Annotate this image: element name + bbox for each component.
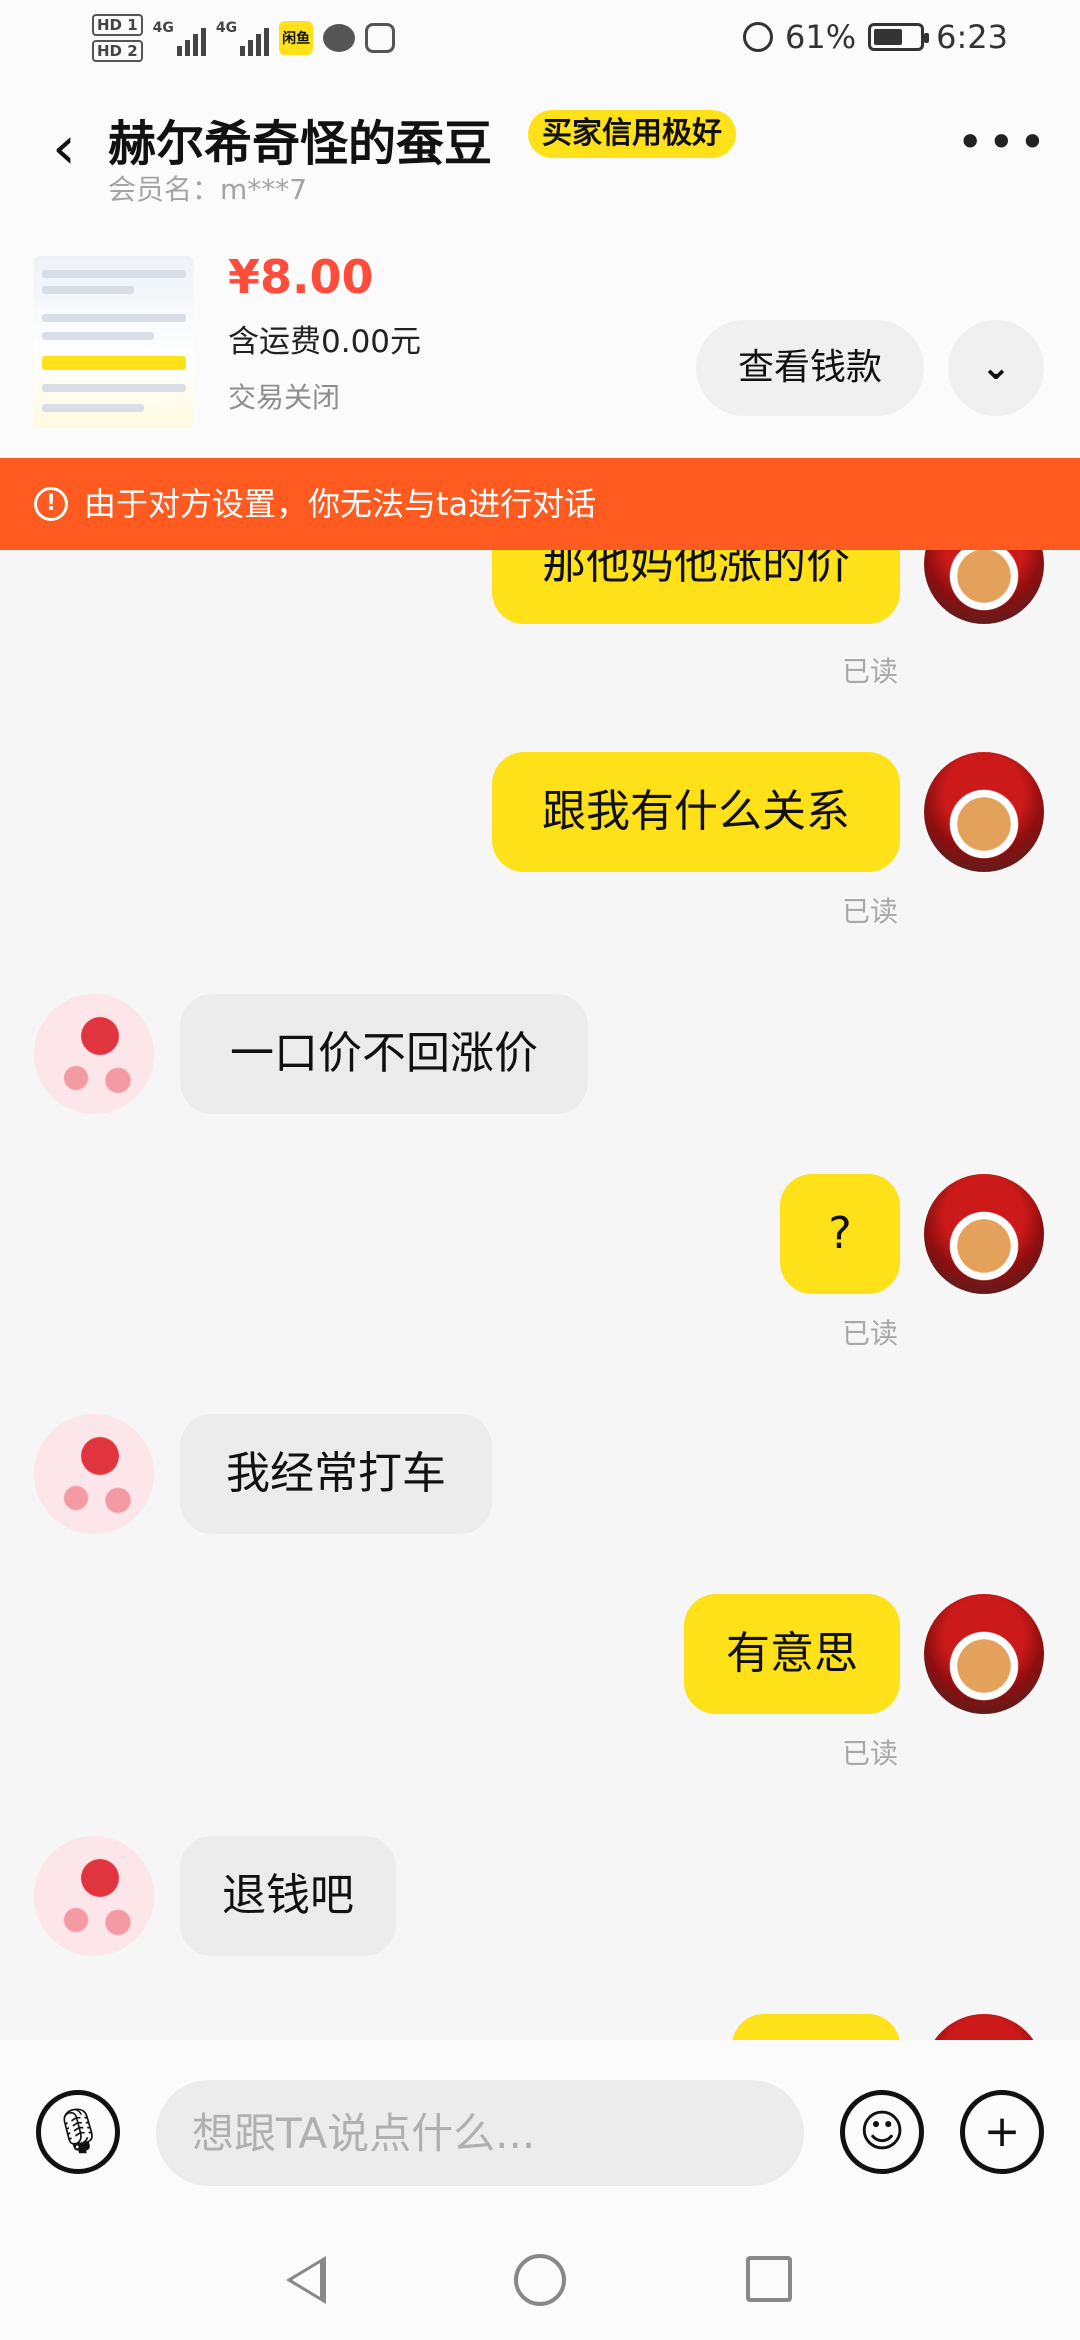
battery-icon bbox=[868, 23, 930, 51]
emoji-button[interactable]: ☺ bbox=[840, 2090, 924, 2174]
page-title: 赫尔希奇怪的蚕豆 bbox=[108, 116, 493, 172]
hd1-indicator: HD 1 bbox=[92, 14, 143, 36]
credit-badge: 买家信用极好 bbox=[528, 110, 736, 158]
message-bubble-mine[interactable]: ? bbox=[780, 1174, 900, 1294]
add-button[interactable]: + bbox=[960, 2090, 1044, 2174]
message-bubble-theirs[interactable]: 退钱吧 bbox=[180, 1836, 396, 1956]
chevron-left-icon: ‹ bbox=[52, 113, 76, 183]
blocked-warning-banner: ! 由于对方设置，你无法与ta进行对话 bbox=[0, 458, 1080, 550]
plus-icon: + bbox=[983, 2106, 1021, 2157]
battery-percent: 61% bbox=[785, 18, 857, 56]
mic-icon: 🎙 bbox=[50, 2106, 106, 2157]
my-avatar[interactable] bbox=[924, 2014, 1044, 2040]
chevron-down-icon: ⌄ bbox=[980, 347, 1012, 388]
message-bubble-mine[interactable]: 跟我有什么关系 bbox=[492, 752, 900, 872]
network-2-label: 4G bbox=[215, 20, 238, 36]
member-name: 会员名：m***7 bbox=[108, 173, 308, 206]
read-status: 已读 bbox=[842, 655, 899, 688]
status-right: 61% 6:23 bbox=[743, 18, 1008, 56]
emoji-icon: ☺ bbox=[859, 2106, 905, 2157]
message-bubble-theirs[interactable]: 一口价不回涨价 bbox=[180, 994, 588, 1114]
trade-status: 交易关闭 bbox=[228, 381, 341, 414]
nav-back-icon[interactable] bbox=[286, 2256, 326, 2304]
alarm-icon bbox=[743, 22, 774, 52]
view-payment-button[interactable]: 查看钱款 bbox=[696, 320, 924, 416]
message-bubble-theirs[interactable]: 我经常打车 bbox=[180, 1414, 492, 1534]
nav-home-icon[interactable] bbox=[514, 2254, 566, 2306]
my-avatar[interactable] bbox=[924, 1594, 1044, 1714]
shipping-fee: 含运费0.00元 bbox=[228, 324, 422, 360]
clock: 6:23 bbox=[936, 18, 1008, 56]
read-status: 已读 bbox=[842, 1737, 899, 1770]
warning-icon: ! bbox=[34, 487, 68, 521]
product-price: ¥8.00 bbox=[228, 250, 374, 304]
shield-icon bbox=[365, 23, 396, 53]
more-icon: ••• bbox=[956, 115, 1050, 169]
network-1-label: 4G bbox=[152, 20, 174, 36]
contact-avatar[interactable] bbox=[34, 994, 154, 1114]
my-avatar[interactable] bbox=[924, 752, 1044, 872]
contact-avatar[interactable] bbox=[34, 1836, 154, 1956]
expand-button[interactable]: ⌄ bbox=[948, 320, 1044, 416]
message-notification-icon bbox=[323, 24, 356, 52]
message-bubble-mine[interactable] bbox=[732, 2014, 900, 2040]
hd-indicators: HD 1 HD 2 bbox=[92, 14, 143, 62]
status-bar: HD 1 HD 2 4G 4G 闲鱼 61% 6:23 bbox=[0, 0, 1080, 86]
my-avatar[interactable] bbox=[924, 1174, 1044, 1294]
input-bar: 🎙 ☺ + bbox=[0, 2040, 1080, 2220]
nav-recent-icon[interactable] bbox=[746, 2256, 792, 2302]
message-bubble-mine[interactable]: 那他妈他涨的价 bbox=[492, 550, 900, 624]
app-notification-icon: 闲鱼 bbox=[279, 21, 314, 55]
read-status: 已读 bbox=[842, 1317, 899, 1350]
my-avatar[interactable] bbox=[924, 550, 1044, 624]
hd2-indicator: HD 2 bbox=[92, 40, 143, 62]
system-nav-bar bbox=[0, 2220, 1080, 2340]
product-thumbnail[interactable] bbox=[34, 256, 194, 428]
voice-button[interactable]: 🎙 bbox=[36, 2090, 120, 2174]
back-button[interactable]: ‹ bbox=[52, 118, 96, 178]
chat-header: ‹ 赫尔希奇怪的蚕豆 买家信用极好 会员名：m***7 ••• bbox=[0, 86, 1080, 236]
status-left: HD 1 HD 2 4G 4G 闲鱼 bbox=[92, 14, 396, 62]
signal-2-icon: 4G bbox=[215, 20, 270, 56]
contact-avatar[interactable] bbox=[34, 1414, 154, 1534]
product-card[interactable]: ¥8.00 含运费0.00元 交易关闭 查看钱款 ⌄ bbox=[0, 236, 1080, 458]
warning-text: 由于对方设置，你无法与ta进行对话 bbox=[84, 485, 597, 523]
message-bubble-mine[interactable]: 有意思 bbox=[684, 1594, 900, 1714]
signal-1-icon: 4G bbox=[153, 20, 206, 56]
chat-area[interactable]: 那他妈他涨的价 已读 跟我有什么关系 已读 一口价不回涨价 ? 已读 我经常打车… bbox=[0, 550, 1080, 2040]
read-status: 已读 bbox=[842, 895, 899, 928]
message-input[interactable] bbox=[156, 2080, 804, 2186]
more-options-button[interactable]: ••• bbox=[957, 119, 1050, 165]
